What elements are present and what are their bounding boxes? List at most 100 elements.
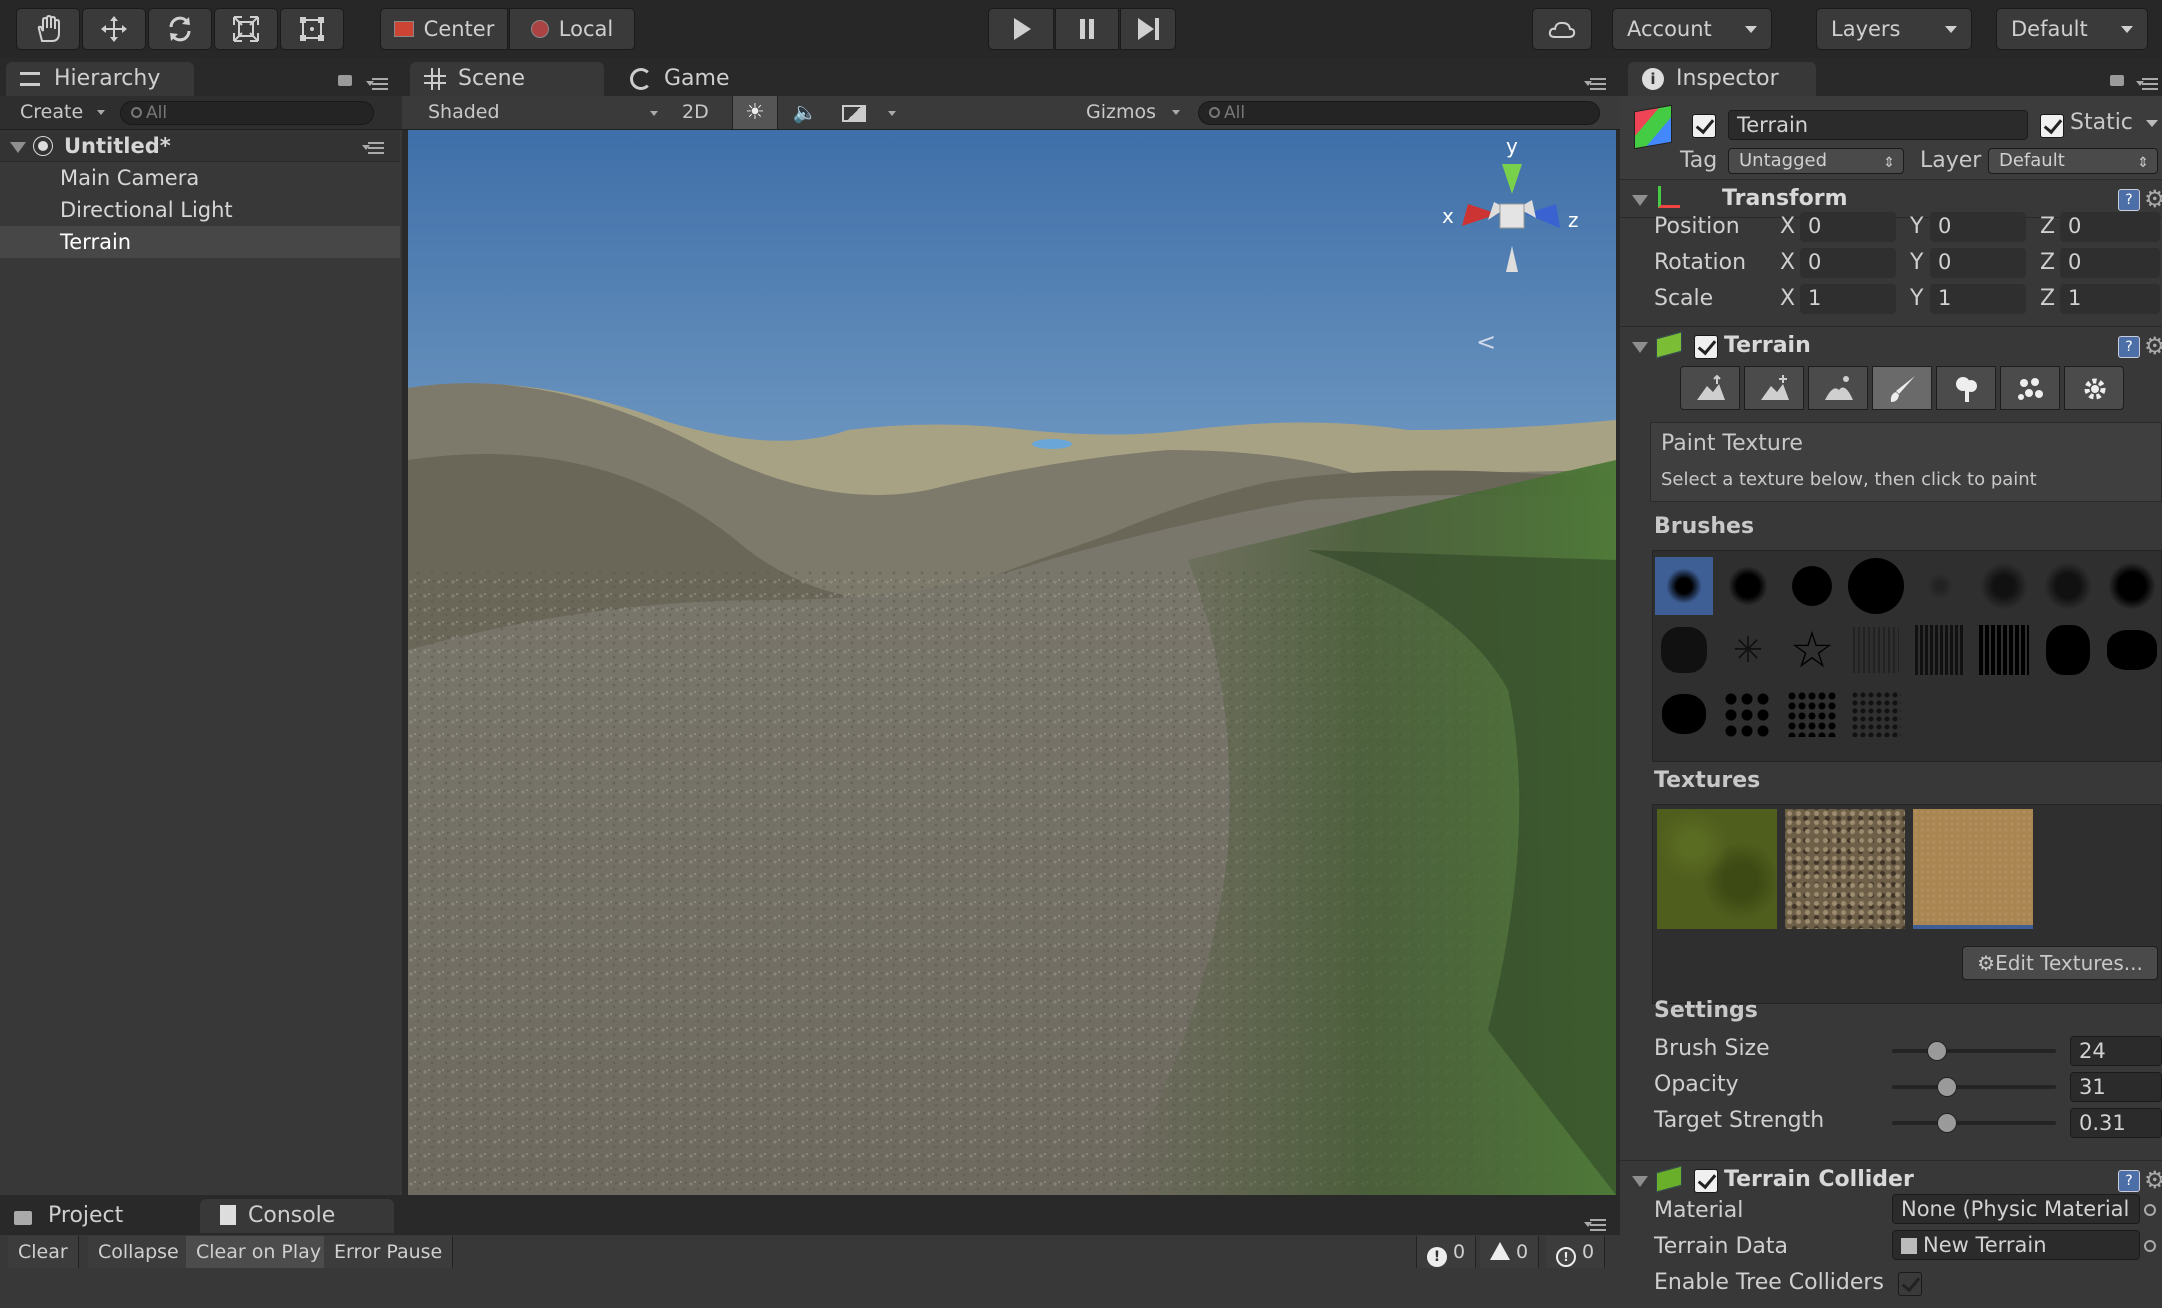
help-icon[interactable]: ? xyxy=(2118,189,2140,211)
scale-tool-button[interactable] xyxy=(214,8,278,50)
panel-menu-icon[interactable] xyxy=(1584,1217,1606,1231)
raise-lower-tool[interactable] xyxy=(1680,366,1740,410)
move-tool-button[interactable] xyxy=(82,8,146,50)
console-error-count[interactable]: ! 0 xyxy=(1416,1236,1477,1268)
scale-y-field[interactable]: 1 xyxy=(1930,284,2026,314)
terrain-header[interactable]: Terrain ? ⚙ xyxy=(1620,326,2162,364)
rotate-tool-button[interactable] xyxy=(148,8,212,50)
hierarchy-item-terrain[interactable]: Terrain xyxy=(0,226,400,258)
layers-dropdown[interactable]: Layers xyxy=(1816,8,1972,50)
rotation-z-field[interactable]: 0 xyxy=(2060,248,2160,278)
pivot-local-button[interactable]: Local xyxy=(509,8,635,50)
fold-arrow-icon[interactable] xyxy=(1632,342,1648,353)
brush-star-thin[interactable]: ✳ xyxy=(1719,621,1777,679)
brush-grass-1[interactable] xyxy=(1847,621,1905,679)
hierarchy-item-directional-light[interactable]: Directional Light xyxy=(0,194,400,226)
paint-details-tool[interactable] xyxy=(2000,366,2060,410)
place-trees-tool[interactable] xyxy=(1936,366,1996,410)
object-name-field[interactable]: Terrain xyxy=(1728,110,2028,140)
scene-lighting-button[interactable]: ☀ xyxy=(732,96,778,129)
brush-dots-3[interactable] xyxy=(1847,685,1905,743)
hand-tool-button[interactable] xyxy=(16,8,80,50)
edit-textures-button[interactable]: ⚙Edit Textures... xyxy=(1962,946,2158,980)
tab-console[interactable]: Console xyxy=(200,1199,394,1233)
create-dropdown[interactable]: Create xyxy=(20,101,106,123)
shading-mode-dropdown[interactable]: Shaded xyxy=(428,101,658,123)
paint-texture-tool[interactable] xyxy=(1872,366,1932,410)
scene-menu-icon[interactable] xyxy=(362,140,384,154)
texture-gravel[interactable] xyxy=(1785,809,1905,929)
step-button[interactable] xyxy=(1120,8,1176,50)
rect-tool-button[interactable] xyxy=(280,8,344,50)
tab-scene[interactable]: Scene xyxy=(410,62,604,96)
object-picker-icon[interactable] xyxy=(2144,1240,2156,1252)
tab-game[interactable]: Game xyxy=(616,62,776,96)
brush-medium-round[interactable] xyxy=(1783,557,1841,615)
setting-slider-knob[interactable] xyxy=(1927,1041,1947,1061)
scene-search-input[interactable]: All xyxy=(1198,101,1600,125)
brush-soft-round[interactable] xyxy=(1655,557,1713,615)
console-clear-button[interactable]: Clear xyxy=(8,1236,79,1268)
object-active-checkbox[interactable] xyxy=(1692,114,1716,138)
collider-enabled-checkbox[interactable] xyxy=(1694,1169,1718,1193)
rotation-y-field[interactable]: 0 xyxy=(1930,248,2026,278)
console-warning-count[interactable]: 0 xyxy=(1480,1236,1540,1268)
gizmos-dropdown[interactable]: Gizmos xyxy=(1086,101,1181,123)
play-button[interactable] xyxy=(988,8,1054,50)
console-clear-on-play-button[interactable]: Clear on Play xyxy=(186,1236,333,1268)
scale-z-field[interactable]: 1 xyxy=(2060,284,2160,314)
brush-large-round[interactable] xyxy=(1847,557,1905,615)
brush-blob[interactable] xyxy=(2103,621,2161,679)
console-message-count[interactable]: ! 0 xyxy=(1546,1236,1606,1268)
tag-dropdown[interactable]: Untagged ⇕ xyxy=(1728,148,1904,174)
panel-menu-icon[interactable] xyxy=(2136,76,2158,90)
setting-slider-knob[interactable] xyxy=(1937,1113,1957,1133)
setting-slider-knob[interactable] xyxy=(1937,1077,1957,1097)
setting-slider-track[interactable] xyxy=(1892,1085,2056,1089)
chevron-down-icon[interactable] xyxy=(888,111,896,116)
lock-icon[interactable] xyxy=(2110,75,2124,86)
scene-root-row[interactable]: Untitled* xyxy=(0,130,400,162)
cloud-button[interactable] xyxy=(1532,8,1592,50)
texture-grass[interactable] xyxy=(1657,809,1777,929)
pivot-center-button[interactable]: Center xyxy=(380,8,508,50)
fold-arrow-icon[interactable] xyxy=(1632,1176,1648,1187)
setting-value-field[interactable]: 31 xyxy=(2070,1072,2162,1102)
setting-slider-track[interactable] xyxy=(1892,1121,2056,1125)
orientation-gizmo[interactable]: y x z < xyxy=(1432,134,1592,356)
brush-dots-2[interactable] xyxy=(1783,685,1841,743)
brush-star[interactable]: ☆ xyxy=(1783,621,1841,679)
object-picker-icon[interactable] xyxy=(2144,1204,2156,1216)
position-y-field[interactable]: 0 xyxy=(1930,212,2026,242)
panel-menu-icon[interactable] xyxy=(1584,76,1606,90)
static-checkbox[interactable] xyxy=(2040,114,2064,138)
account-dropdown[interactable]: Account xyxy=(1612,8,1772,50)
texture-sand[interactable] xyxy=(1913,809,2033,929)
expand-arrow-icon[interactable] xyxy=(10,142,26,153)
pause-button[interactable] xyxy=(1055,8,1119,50)
brush-grass-2[interactable] xyxy=(1911,621,1969,679)
brush-leaf[interactable] xyxy=(2039,621,2097,679)
chevron-down-icon[interactable] xyxy=(2146,120,2158,127)
gear-icon[interactable]: ⚙ xyxy=(2144,186,2162,212)
position-x-field[interactable]: 0 xyxy=(1800,212,1896,242)
terrain-enabled-checkbox[interactable] xyxy=(1694,335,1718,359)
tab-inspector[interactable]: i Inspector xyxy=(1628,62,1816,96)
gear-icon[interactable]: ⚙ xyxy=(2144,1167,2162,1193)
scene-viewport[interactable]: y x z < xyxy=(408,130,1616,1195)
brush-splat-4[interactable] xyxy=(2103,557,2161,615)
brush-dots-1[interactable] xyxy=(1719,685,1777,743)
layer-dropdown[interactable]: Default ⇕ xyxy=(1988,148,2158,174)
brush-splat-2[interactable] xyxy=(1975,557,2033,615)
gear-icon[interactable]: ⚙ xyxy=(2144,333,2162,359)
smooth-height-tool[interactable] xyxy=(1808,366,1868,410)
terrain-settings-tool[interactable] xyxy=(2064,366,2124,410)
setting-value-field[interactable]: 24 xyxy=(2070,1036,2162,1066)
help-icon[interactable]: ? xyxy=(2118,1170,2140,1192)
position-z-field[interactable]: 0 xyxy=(2060,212,2160,242)
brush-flower[interactable] xyxy=(1655,621,1713,679)
console-collapse-button[interactable]: Collapse xyxy=(88,1236,190,1268)
paint-height-tool[interactable] xyxy=(1744,366,1804,410)
terrain-collider-header[interactable]: Terrain Collider ? ⚙ xyxy=(1620,1160,2162,1198)
hierarchy-search-input[interactable]: All xyxy=(120,101,374,125)
